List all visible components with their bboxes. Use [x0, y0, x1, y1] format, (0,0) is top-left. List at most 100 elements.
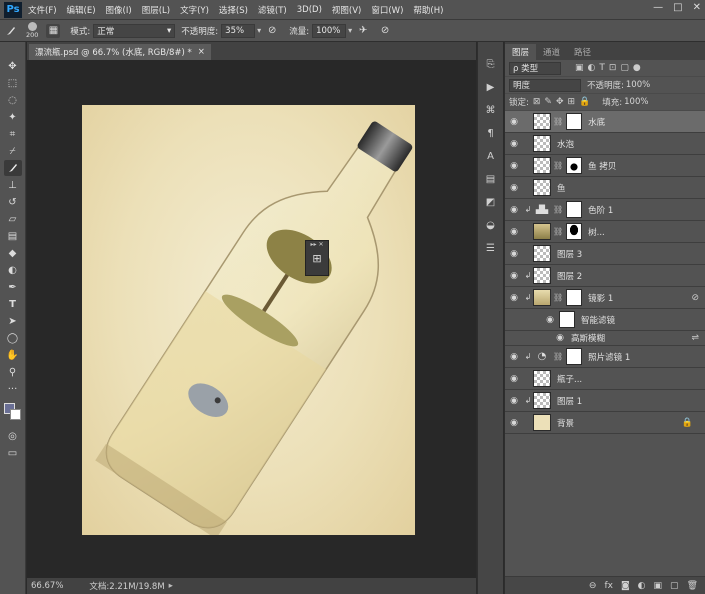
- filter-icons[interactable]: ▣◐T⊡▢●: [575, 63, 645, 73]
- pressure-size-icon[interactable]: ⊘: [378, 24, 392, 38]
- menu-select[interactable]: 选择(S): [219, 4, 248, 16]
- gradient-tool-icon[interactable]: ▤: [4, 228, 22, 244]
- brush-tool-icon[interactable]: [3, 160, 22, 176]
- lock-icons[interactable]: ⊠✎✥⊞🔒: [533, 97, 594, 107]
- eye-icon[interactable]: ◉: [505, 249, 523, 259]
- type-tool-icon[interactable]: T: [4, 296, 22, 312]
- chevron-right-icon[interactable]: ▸: [169, 581, 173, 591]
- document-tab[interactable]: 漂流瓶.psd @ 66.7% (水底, RGB/8#) * ×: [29, 44, 211, 60]
- menu-help[interactable]: 帮助(H): [413, 4, 443, 16]
- layer-row[interactable]: ◉ 背景 🔒: [505, 412, 705, 434]
- eyedropper-tool-icon[interactable]: ⌿: [4, 143, 22, 159]
- layer-opacity-value[interactable]: 100%: [626, 80, 650, 90]
- more-tools-icon[interactable]: ···: [4, 381, 22, 397]
- menu-3d[interactable]: 3D(D): [297, 5, 322, 15]
- filter-options-icon[interactable]: ⇌: [691, 333, 699, 343]
- zoom-tool-icon[interactable]: ⚲: [4, 364, 22, 380]
- shape-tool-icon[interactable]: ◯: [4, 330, 22, 346]
- eye-icon[interactable]: ◉: [505, 183, 523, 193]
- link-layers-icon[interactable]: ⊖: [589, 581, 597, 591]
- layer-row[interactable]: ◉ ↲ ▟▙ ⛓ 色阶 1: [505, 199, 705, 221]
- close-tab-icon[interactable]: ×: [198, 47, 205, 57]
- zoom-level[interactable]: 66.67%: [31, 581, 63, 591]
- layer-mask-thumbnail[interactable]: [566, 201, 583, 218]
- airbrush-icon[interactable]: ✈: [356, 24, 370, 38]
- minimize-icon[interactable]: —: [653, 2, 663, 13]
- layer-row[interactable]: ◉ 水泡: [505, 133, 705, 155]
- menu-image[interactable]: 图像(I): [106, 4, 132, 16]
- levels-panel-icon[interactable]: ☰: [483, 240, 499, 256]
- screen-mode-icon[interactable]: ▭: [4, 445, 22, 461]
- eye-icon[interactable]: ◉: [541, 315, 559, 325]
- brush-tool-icon[interactable]: [4, 24, 18, 38]
- lasso-tool-icon[interactable]: ◌: [4, 92, 22, 108]
- brush-panel-icon[interactable]: ▦: [46, 23, 61, 38]
- layer-row[interactable]: ◉ ⛓ 水底: [505, 111, 705, 133]
- layer-mask-thumbnail[interactable]: [566, 289, 583, 306]
- styles-panel-icon[interactable]: ◒: [483, 217, 499, 233]
- eye-icon[interactable]: ◉: [505, 293, 523, 303]
- history-panel-icon[interactable]: ⎘: [483, 56, 499, 72]
- layer-row[interactable]: ◉ ↲ 图层 1: [505, 390, 705, 412]
- smart-filter-mask[interactable]: [559, 311, 575, 328]
- menu-view[interactable]: 视图(V): [332, 4, 361, 16]
- adjustments-panel-icon[interactable]: ◩: [483, 194, 499, 210]
- layer-row[interactable]: ◉ ↲ 图层 2: [505, 265, 705, 287]
- layer-mask-thumbnail[interactable]: [566, 348, 583, 365]
- layer-row[interactable]: ◉ 图层 3: [505, 243, 705, 265]
- blur-tool-icon[interactable]: ◆: [4, 245, 22, 261]
- eye-icon[interactable]: ◉: [505, 271, 523, 281]
- menu-layer[interactable]: 图层(L): [142, 4, 170, 16]
- layer-row[interactable]: ◉ ⛓ 树...: [505, 221, 705, 243]
- menu-edit[interactable]: 编辑(E): [67, 4, 96, 16]
- eye-icon[interactable]: ◉: [551, 333, 569, 343]
- pressure-opacity-icon[interactable]: ⊘: [265, 24, 279, 38]
- document-info[interactable]: 文档:2.21M/19.8M: [89, 580, 164, 592]
- color-swatches[interactable]: [3, 402, 23, 422]
- layer-style-icon[interactable]: fx: [604, 581, 613, 591]
- fill-value[interactable]: 100%: [624, 97, 648, 107]
- flow-input[interactable]: 100%: [312, 23, 347, 38]
- maximize-icon[interactable]: □: [673, 2, 682, 13]
- eye-icon[interactable]: ◉: [505, 117, 523, 127]
- close-icon[interactable]: ✕: [693, 2, 701, 13]
- actions-panel-icon[interactable]: ▶: [483, 79, 499, 95]
- stamp-tool-icon[interactable]: ⊥: [4, 177, 22, 193]
- layer-mask-thumbnail[interactable]: [566, 157, 583, 174]
- properties-panel-icon[interactable]: ▤: [483, 171, 499, 187]
- character-panel-icon[interactable]: A: [483, 148, 499, 164]
- eraser-tool-icon[interactable]: ▱: [4, 211, 22, 227]
- eye-icon[interactable]: ◉: [505, 161, 523, 171]
- tab-channels[interactable]: 通道: [536, 44, 567, 60]
- brush-panel-icon[interactable]: ⌘: [483, 102, 499, 118]
- layer-row[interactable]: ◉ ↲ ⛓ 镜影 1 ⊘: [505, 287, 705, 309]
- brush-settings-icon[interactable]: ⊞: [306, 252, 328, 265]
- eye-icon[interactable]: ◉: [505, 352, 523, 362]
- eye-icon[interactable]: ◉: [505, 396, 523, 406]
- layer-row[interactable]: ◉ ↲ ◔ ⛓ 照片滤镜 1: [505, 346, 705, 368]
- paragraph-panel-icon[interactable]: ¶: [483, 125, 499, 141]
- pen-tool-icon[interactable]: ✒: [4, 279, 22, 295]
- document-canvas[interactable]: [82, 105, 415, 535]
- background-color[interactable]: [9, 409, 21, 420]
- layer-filter-select[interactable]: ρ 类型: [509, 61, 561, 75]
- new-layer-icon[interactable]: ▢: [670, 581, 679, 591]
- trash-icon[interactable]: 🗑: [687, 581, 698, 591]
- group-icon[interactable]: ▣: [654, 581, 663, 591]
- opacity-input[interactable]: 35%: [221, 23, 256, 38]
- magic-wand-tool-icon[interactable]: ✦: [4, 109, 22, 125]
- eye-icon[interactable]: ◉: [505, 418, 523, 428]
- menu-file[interactable]: 文件(F): [28, 4, 57, 16]
- chevron-down-icon[interactable]: ▾: [257, 26, 261, 35]
- eye-icon[interactable]: ◉: [505, 374, 523, 384]
- quick-mask-icon[interactable]: ◎: [4, 428, 22, 444]
- history-brush-tool-icon[interactable]: ↺: [4, 194, 22, 210]
- layer-row[interactable]: ◉ 瓶子...: [505, 368, 705, 390]
- dodge-tool-icon[interactable]: ◐: [4, 262, 22, 278]
- eye-icon[interactable]: ◉: [505, 139, 523, 149]
- eye-icon[interactable]: ◉: [505, 227, 523, 237]
- blend-mode-select[interactable]: 明度: [509, 78, 581, 92]
- smart-filter-row[interactable]: ◉ 智能滤镜: [505, 309, 705, 331]
- brush-preset-picker[interactable]: 200: [26, 22, 38, 39]
- mode-select[interactable]: 正常 ▾: [93, 23, 176, 38]
